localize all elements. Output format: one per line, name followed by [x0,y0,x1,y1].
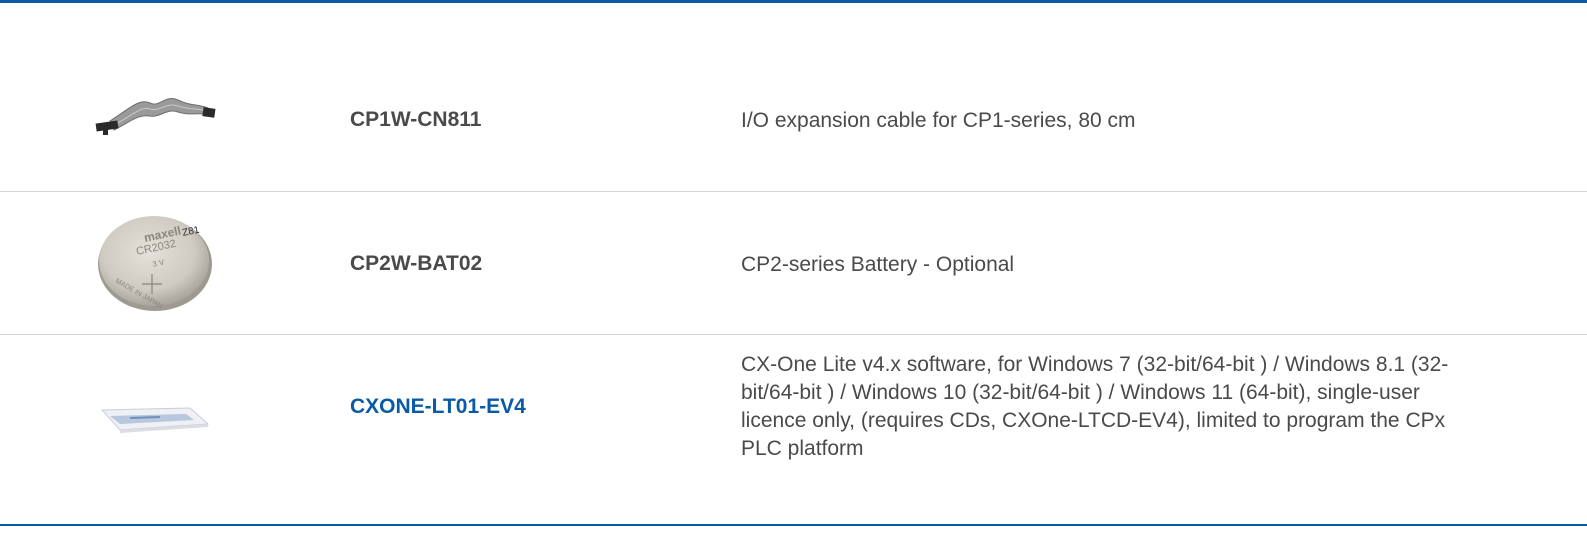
product-code: CP1W-CN811 [350,108,482,131]
bottom-border [0,524,1587,526]
ribbon-cable-icon [95,98,216,135]
software-license-envelope-icon [100,407,210,433]
product-description: I/O expansion cable for CP1-series, 80 c… [741,109,1136,132]
product-code-link[interactable]: CXONE-LT01-EV4 [350,395,526,419]
table-row: CP1W-CN811 I/O expansion cable for CP1-s… [0,48,1587,192]
product-description: CX-One Lite v4.x software, for Windows 7… [741,353,1449,460]
product-accessory-table: CP1W-CN811 I/O expansion cable for CP1-s… [0,48,1587,525]
product-image [90,88,220,148]
table-row: CXONE-LT01-EV4 CX-One Lite v4.x software… [0,335,1587,525]
top-border [0,0,1587,3]
product-description: CP2-series Battery - Optional [741,253,1015,276]
coin-battery-icon: maxell Z81 CR2032 3 V MADE IN JAPAN [98,216,212,311]
table-row: maxell Z81 CR2032 3 V MADE IN JAPAN CP2W… [0,192,1587,335]
product-image [90,380,220,460]
product-image: maxell Z81 CR2032 3 V MADE IN JAPAN [90,212,220,312]
product-code: CP2W-BAT02 [350,252,483,275]
